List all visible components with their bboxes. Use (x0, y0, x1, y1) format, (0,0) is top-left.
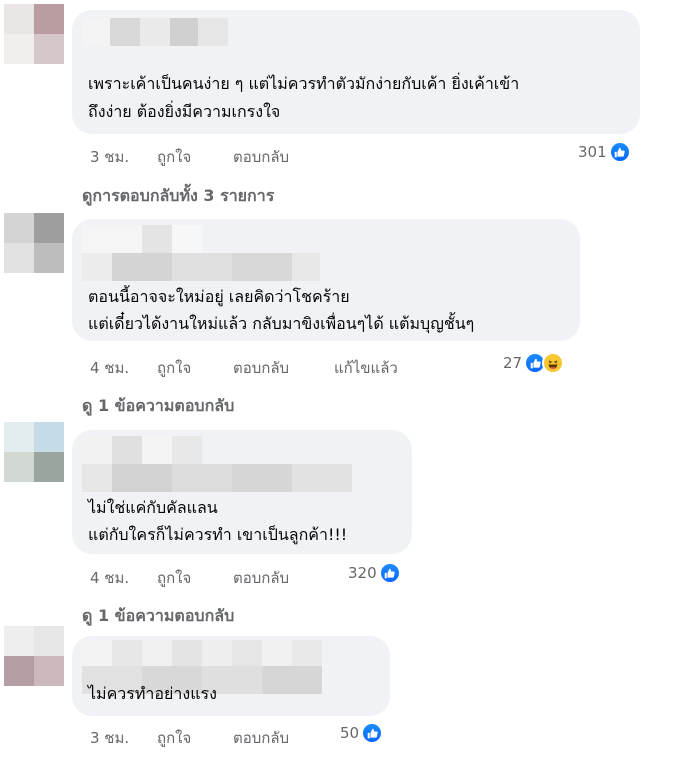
avatar[interactable] (4, 213, 64, 273)
like-icon (608, 141, 631, 163)
like-button[interactable]: ถูกใจ (157, 726, 191, 750)
reaction-count: 301 (578, 143, 607, 161)
reply-button[interactable]: ตอบกลับ (233, 566, 289, 590)
comment-text-line: ไม่ใช่แค่กับคัลแลน (88, 498, 218, 517)
view-replies-link[interactable]: ดูการตอบกลับทั้ง 3 รายการ (82, 184, 274, 209)
comment-text-line: แต่เดี๋ยวได้งานใหม่แล้ว กลับมาขิงเพื่อนๆ… (88, 314, 475, 333)
author-name-blurred (82, 253, 320, 281)
timestamp[interactable]: 3 ชม. (90, 726, 129, 750)
comment-text-line: ไม่ควรทำอย่างแรง (88, 684, 217, 703)
comment-text-line: ถึงง่าย ต้องยิ่งมีความเกรงใจ (88, 102, 281, 121)
timestamp[interactable]: 4 ชม. (90, 566, 129, 590)
view-replies-link[interactable]: ดู 1 ข้อความตอบกลับ (82, 604, 234, 629)
comment-text-line: ตอนนี้อาจจะใหม่อยู่ เลยคิดว่าโชคร้าย (88, 287, 350, 306)
reply-button[interactable]: ตอบกลับ (233, 726, 289, 750)
reaction-summary[interactable]: 320 (348, 562, 401, 584)
edited-label[interactable]: แก้ไขแล้ว (334, 356, 398, 380)
like-icon (361, 722, 384, 744)
reaction-count: 27 (503, 354, 523, 372)
comment-text-line: เพราะเค้าเป็นคนง่าย ๆ แต่ไม่ควรทำตัวมักง… (88, 74, 520, 93)
reply-button[interactable]: ตอบกลับ (233, 145, 289, 169)
comment-bubble: เพราะเค้าเป็นคนง่าย ๆ แต่ไม่ควรทำตัวมักง… (72, 10, 640, 134)
like-button[interactable]: ถูกใจ (157, 566, 191, 590)
comment-bubble: ตอนนี้อาจจะใหม่อยู่ เลยคิดว่าโชคร้าย แต่… (72, 219, 580, 341)
like-button[interactable]: ถูกใจ (157, 145, 191, 169)
reaction-summary[interactable]: 301 (578, 141, 631, 163)
reaction-count: 320 (348, 564, 377, 582)
like-button[interactable]: ถูกใจ (157, 356, 191, 380)
avatar[interactable] (4, 4, 64, 64)
comment-bubble: ไม่ควรทำอย่างแรง (72, 636, 390, 716)
author-name-blurred[interactable] (82, 225, 202, 253)
avatar[interactable] (4, 626, 64, 686)
author-name-blurred (82, 464, 352, 492)
timestamp[interactable]: 3 ชม. (90, 145, 129, 169)
view-replies-link[interactable]: ดู 1 ข้อความตอบกลับ (82, 394, 234, 419)
timestamp[interactable]: 4 ชม. (90, 356, 129, 380)
reply-button[interactable]: ตอบกลับ (233, 356, 289, 380)
reaction-summary[interactable]: 27 (503, 352, 565, 374)
author-name-blurred[interactable] (82, 18, 228, 46)
avatar[interactable] (4, 422, 64, 482)
author-name-blurred[interactable] (82, 640, 322, 668)
like-icon (378, 562, 401, 584)
haha-icon (542, 352, 565, 374)
comment-bubble: ไม่ใช่แค่กับคัลแลน แต่กับใครก็ไม่ควรทำ เ… (72, 430, 412, 554)
author-name-blurred[interactable] (82, 436, 202, 464)
comment-text-line: แต่กับใครก็ไม่ควรทำ เขาเป็นลูกค้า!!! (88, 525, 348, 544)
reaction-count: 50 (340, 724, 360, 742)
reaction-summary[interactable]: 50 (340, 722, 384, 744)
